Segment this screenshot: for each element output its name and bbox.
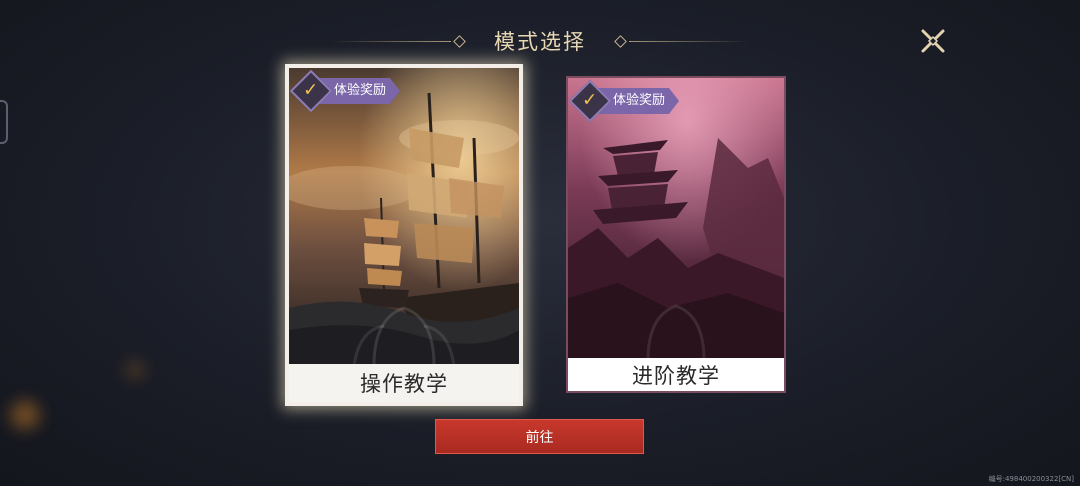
- title-divider-right: [629, 40, 749, 42]
- mode-card-basic[interactable]: ✓ 体验奖励 操作教学: [285, 64, 523, 406]
- card-title: 进阶教学: [568, 358, 784, 391]
- reward-badge: ✓ 体验奖励: [568, 79, 680, 123]
- check-icon: ✓: [289, 69, 333, 113]
- check-icon: ✓: [568, 79, 612, 123]
- build-code: 编号:498400200322[CN]: [988, 475, 1074, 483]
- go-button[interactable]: 前往: [435, 419, 644, 454]
- card-artwork: [289, 68, 519, 366]
- reward-badge: ✓ 体验奖励: [289, 69, 401, 113]
- close-icon: [921, 29, 945, 53]
- mode-card-advanced[interactable]: ✓ 体验奖励 进阶教学: [566, 76, 786, 393]
- side-panel-tab[interactable]: [0, 100, 8, 144]
- close-button[interactable]: [918, 26, 948, 56]
- diamond-ornament-icon: [614, 34, 627, 48]
- page-title: 模式选择: [494, 30, 586, 54]
- ambient-glow: [115, 355, 155, 385]
- title-divider-left: [331, 40, 451, 42]
- diamond-ornament-icon: [453, 34, 466, 48]
- ambient-glow: [0, 395, 50, 435]
- card-title: 操作教学: [289, 364, 519, 402]
- card-artwork: [568, 78, 784, 360]
